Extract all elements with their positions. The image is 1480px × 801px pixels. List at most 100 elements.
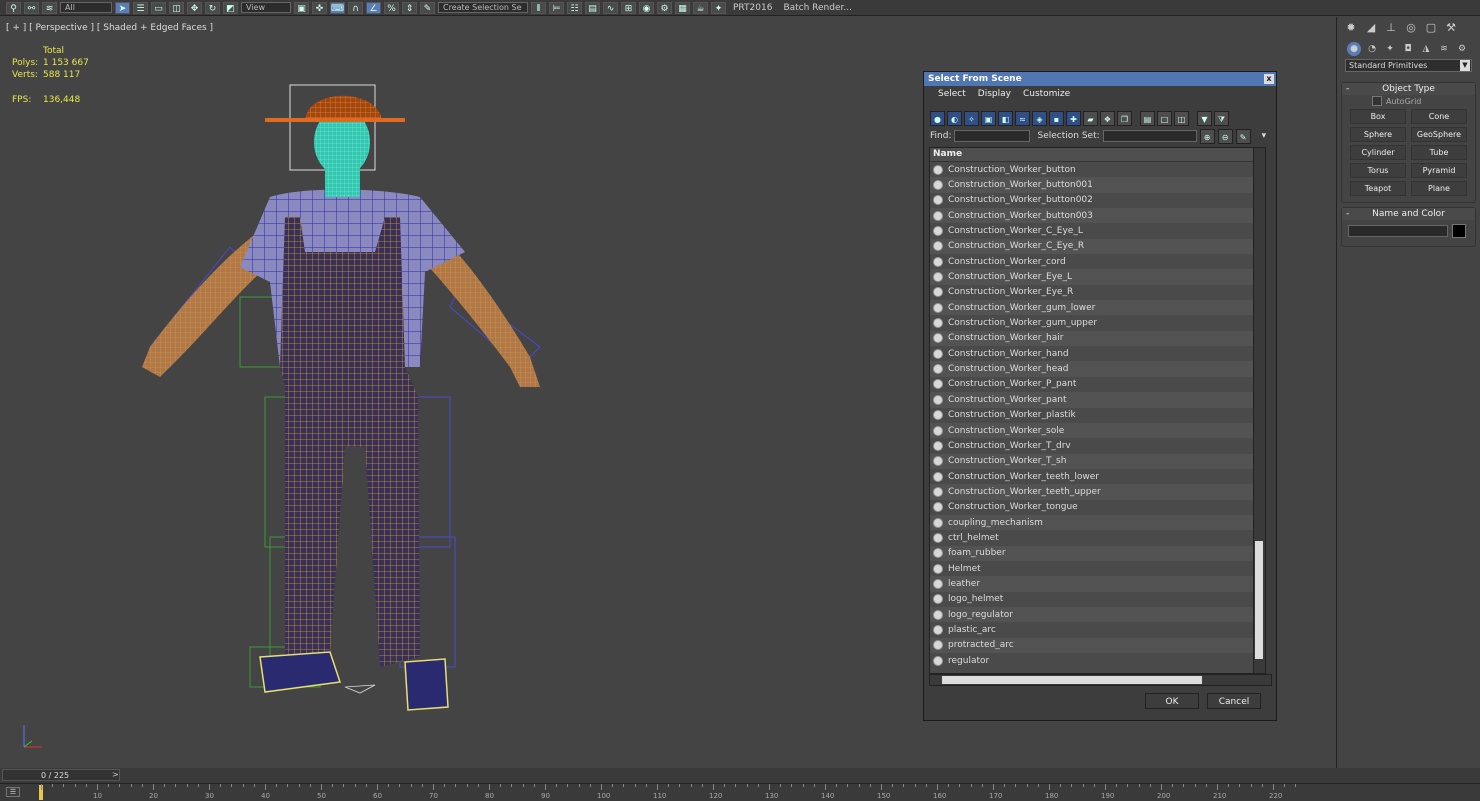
tube-button[interactable]: Tube: [1411, 145, 1467, 160]
checkbox-icon[interactable]: [1372, 96, 1382, 106]
selection-set-dropdown[interactable]: [1102, 130, 1197, 142]
display-containers-icon[interactable]: ▰: [1083, 110, 1098, 126]
list-item[interactable]: Construction_Worker_T_drv: [930, 438, 1265, 453]
mirror-icon[interactable]: ⫴: [531, 1, 546, 14]
autogrid-checkbox[interactable]: AutoGrid: [1342, 95, 1475, 107]
list-item[interactable]: Construction_Worker_cord: [930, 254, 1265, 269]
unlink-icon[interactable]: ⚯: [24, 1, 39, 14]
display-lights-icon[interactable]: ✧: [964, 110, 979, 126]
list-item[interactable]: coupling_mechanism: [930, 514, 1265, 531]
filter-icon[interactable]: ▼: [1197, 110, 1212, 126]
select-object-icon[interactable]: ➤: [115, 1, 130, 14]
angle-snap-icon[interactable]: ∠: [366, 1, 381, 14]
schematic-view-icon[interactable]: ⊞: [621, 1, 636, 14]
selection-set-edit-icon[interactable]: ✎: [1235, 128, 1251, 144]
list-item[interactable]: plastic_arc: [930, 622, 1265, 637]
select-by-name-icon[interactable]: ☰: [133, 1, 148, 14]
display-xrefs-icon[interactable]: ▪: [1049, 110, 1064, 126]
rendered-frame-icon[interactable]: ▦: [675, 1, 690, 14]
list-item[interactable]: Construction_Worker_gum_upper: [930, 315, 1265, 330]
create-tab-icon[interactable]: ✹: [1343, 20, 1359, 36]
list-item[interactable]: Construction_Worker_head: [930, 361, 1265, 377]
menu-customize[interactable]: Customize: [1023, 89, 1070, 99]
curve-editor-icon[interactable]: ∿: [603, 1, 618, 14]
list-item[interactable]: regulator: [930, 653, 1265, 668]
object-color-swatch[interactable]: [1452, 224, 1466, 238]
object-name-input[interactable]: [1348, 225, 1448, 237]
cameras-icon[interactable]: ◘: [1401, 42, 1415, 56]
construction-worker-model[interactable]: [120, 67, 560, 717]
material-editor-icon[interactable]: ◉: [639, 1, 654, 14]
display-spacewarps-icon[interactable]: ≈: [1015, 110, 1030, 126]
keyboard-shortcut-icon[interactable]: ⌨: [330, 1, 345, 14]
hierarchy-tab-icon[interactable]: ⊥: [1383, 20, 1399, 36]
menu-select[interactable]: Select: [938, 89, 966, 99]
percent-snap-icon[interactable]: %: [384, 1, 399, 14]
timeline-ruler[interactable]: ☰ 10 20 30 40 50 60 70 80 90 100 110 120 130 140 150 16…: [0, 783, 1480, 801]
list-item[interactable]: Construction_Worker_button001: [930, 177, 1265, 193]
scene-explorer-icon[interactable]: ☷: [567, 1, 582, 14]
select-invert-icon[interactable]: ◫: [1174, 110, 1189, 126]
list-item[interactable]: Construction_Worker_teeth_lower: [930, 469, 1265, 484]
select-manipulate-icon[interactable]: ✜: [312, 1, 327, 14]
pivot-center-icon[interactable]: ▣: [294, 1, 309, 14]
object-type-header[interactable]: - Object Type: [1342, 83, 1475, 95]
display-tab-icon[interactable]: ▢: [1423, 20, 1439, 36]
rect-selection-icon[interactable]: ▭: [151, 1, 166, 14]
window-crossing-icon[interactable]: ◫: [169, 1, 184, 14]
toolbar-overflow-icon[interactable]: ▾: [1262, 131, 1267, 141]
cancel-button[interactable]: Cancel: [1207, 693, 1261, 709]
selection-filter-dropdown[interactable]: All: [60, 2, 112, 13]
select-none-icon[interactable]: □: [1157, 110, 1172, 126]
display-groups-icon[interactable]: ◈: [1032, 110, 1047, 126]
selection-set-remove-icon[interactable]: ⊖: [1217, 128, 1233, 144]
systems-icon[interactable]: ⚙: [1455, 42, 1469, 56]
list-item[interactable]: logo_regulator: [930, 606, 1265, 623]
lights-icon[interactable]: ✦: [1383, 42, 1397, 56]
list-item[interactable]: Construction_Worker_sole: [930, 422, 1265, 439]
viewport-label[interactable]: [ + ] [ Perspective ] [ Shaded + Edged F…: [6, 23, 213, 33]
column-header-name[interactable]: Name: [930, 148, 1265, 162]
list-item[interactable]: Construction_Worker_pant: [930, 392, 1265, 408]
list-item[interactable]: logo_helmet: [930, 592, 1265, 607]
layer-explorer-icon[interactable]: ▤: [585, 1, 600, 14]
cylinder-button[interactable]: Cylinder: [1350, 145, 1406, 160]
list-item[interactable]: Construction_Worker_Eye_L: [930, 269, 1265, 285]
list-item[interactable]: Construction_Worker_tongue: [930, 500, 1265, 515]
list-item[interactable]: leather: [930, 576, 1265, 592]
plane-button[interactable]: Plane: [1411, 181, 1467, 196]
close-icon[interactable]: x: [1264, 74, 1274, 84]
cone-button[interactable]: Cone: [1411, 109, 1467, 124]
next-frame-icon[interactable]: >: [112, 770, 119, 779]
display-shapes-icon[interactable]: ◐: [947, 110, 962, 126]
render-setup-icon[interactable]: ⚙: [657, 1, 672, 14]
select-all-icon[interactable]: ▤: [1140, 110, 1155, 126]
list-item[interactable]: Construction_Worker_plastik: [930, 408, 1265, 423]
edit-named-selection-icon[interactable]: ✎: [420, 1, 435, 14]
selection-set-add-icon[interactable]: ⊕: [1199, 128, 1215, 144]
list-item[interactable]: Construction_Worker_C_Eye_R: [930, 238, 1265, 255]
display-bones-icon[interactable]: ✚: [1066, 110, 1081, 126]
list-item[interactable]: Construction_Worker_P_pant: [930, 377, 1265, 392]
list-item[interactable]: Construction_Worker_button: [930, 162, 1265, 177]
display-helpers-icon[interactable]: ◧: [998, 110, 1013, 126]
prt-label[interactable]: PRT2016: [729, 3, 776, 13]
render-iterative-icon[interactable]: ✦: [711, 1, 726, 14]
vertical-scroll-thumb[interactable]: [1255, 541, 1263, 659]
list-item[interactable]: Construction_Worker_hair: [930, 330, 1265, 347]
list-item[interactable]: Construction_Worker_C_Eye_L: [930, 223, 1265, 238]
display-geometry-icon[interactable]: ●: [930, 110, 945, 126]
link-icon[interactable]: ⚲: [6, 1, 21, 14]
time-slider[interactable]: 0 / 225: [2, 769, 120, 781]
shapes-icon[interactable]: ◔: [1365, 42, 1379, 56]
dialog-titlebar[interactable]: Select From Scene x: [924, 72, 1276, 86]
ok-button[interactable]: OK: [1145, 693, 1199, 709]
helpers-icon[interactable]: ◮: [1419, 42, 1433, 56]
render-production-icon[interactable]: ☕: [693, 1, 708, 14]
mini-curve-editor-icon[interactable]: ☰: [6, 787, 20, 797]
torus-button[interactable]: Torus: [1350, 163, 1406, 178]
primitive-category-dropdown[interactable]: Standard Primitives ▼: [1345, 59, 1472, 72]
box-button[interactable]: Box: [1350, 109, 1406, 124]
list-item[interactable]: Construction_Worker_Eye_R: [930, 285, 1265, 300]
pyramid-button[interactable]: Pyramid: [1411, 163, 1467, 178]
